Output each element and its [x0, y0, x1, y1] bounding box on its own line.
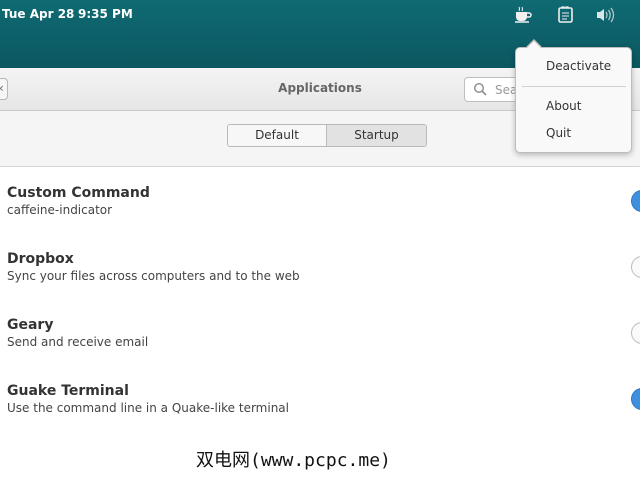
list-item[interactable]: Dropbox Sync your files across computers… — [0, 234, 640, 300]
app-toggle-switch[interactable] — [631, 388, 640, 410]
app-name: Guake Terminal — [7, 383, 129, 399]
list-item[interactable]: Geary Send and receive email — [0, 300, 640, 366]
app-toggle-switch[interactable] — [631, 256, 640, 278]
app-toggle-switch[interactable] — [631, 190, 640, 212]
indicator-popover-menu: Deactivate About Quit — [515, 39, 632, 153]
app-name: Custom Command — [7, 185, 150, 201]
app-description: Sync your files across computers and to … — [7, 269, 300, 283]
startup-app-list: Custom Command caffeine-indicator Dropbo… — [0, 168, 640, 432]
app-description: Use the command line in a Quake-like ter… — [7, 401, 289, 415]
coffee-cup-icon[interactable] — [513, 6, 533, 24]
menu-separator — [522, 86, 626, 87]
list-item[interactable]: Custom Command caffeine-indicator — [0, 168, 640, 234]
menu-item-about[interactable]: About — [546, 99, 581, 113]
app-description: Send and receive email — [7, 335, 149, 349]
tab-default[interactable]: Default — [228, 125, 327, 146]
mode-switcher: Default Startup — [227, 124, 427, 147]
app-description: caffeine-indicator — [7, 203, 113, 217]
top-panel: Tue Apr 28 9:35 PM — [0, 0, 640, 30]
search-icon — [473, 82, 487, 96]
app-name: Geary — [7, 317, 54, 333]
volume-icon[interactable] — [595, 6, 615, 24]
panel-date[interactable]: Tue Apr 28 — [2, 7, 74, 21]
list-item[interactable]: Guake Terminal Use the command line in a… — [0, 366, 640, 432]
clipboard-icon[interactable] — [556, 6, 576, 24]
tab-startup[interactable]: Startup — [327, 125, 426, 146]
popover-arrow-fill — [526, 41, 542, 49]
panel-time[interactable]: 9:35 PM — [78, 7, 133, 21]
app-name: Dropbox — [7, 251, 74, 267]
menu-item-deactivate[interactable]: Deactivate — [546, 59, 611, 73]
app-toggle-switch[interactable] — [631, 322, 640, 344]
menu-item-quit[interactable]: Quit — [546, 126, 571, 140]
watermark-text: 双电网(www.pcpc.me) — [196, 450, 391, 471]
